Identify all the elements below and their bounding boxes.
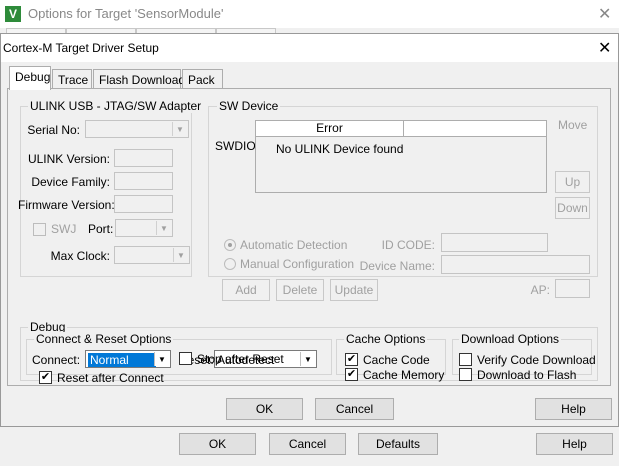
swj-checkbox[interactable]	[33, 223, 46, 236]
background-defaults-button[interactable]: Defaults	[358, 433, 438, 455]
tab-pack[interactable]: Pack	[182, 69, 223, 89]
firmware-version-label: Firmware Version:	[18, 198, 115, 212]
column-header-blank[interactable]	[404, 121, 546, 137]
move-label: Move	[558, 118, 588, 132]
device-name-field[interactable]	[441, 255, 590, 274]
stop-after-reset-checkbox[interactable]	[179, 352, 192, 365]
chevron-down-icon: ▼	[172, 122, 187, 136]
device-name-label: Device Name:	[359, 259, 435, 273]
firmware-version-field	[114, 195, 173, 213]
chevron-down-icon: ▼	[173, 248, 188, 262]
dialog-titlebar: Cortex-M Target Driver Setup ✕	[1, 34, 618, 62]
download-to-flash-label: Download to Flash	[477, 368, 577, 382]
port-select[interactable]: ▼	[115, 219, 173, 237]
background-ok-button[interactable]: OK	[179, 433, 256, 455]
serial-no-label: Serial No:	[27, 123, 80, 137]
cache-memory-label: Cache Memory	[363, 368, 445, 382]
uvision-logo-icon: V	[5, 6, 21, 22]
table-row[interactable]: No ULINK Device found	[276, 142, 403, 156]
update-button[interactable]: Update	[330, 279, 378, 301]
stop-after-reset-label: Stop after Reset	[197, 352, 284, 366]
tab-panel-debug: ULINK USB - JTAG/SW Adapter Serial No: ▼…	[7, 88, 611, 386]
reset-after-connect-label: Reset after Connect	[57, 371, 164, 385]
id-code-field[interactable]	[441, 233, 548, 252]
manual-configuration-radio[interactable]	[224, 258, 236, 270]
cache-code-checkbox[interactable]: ✔	[345, 353, 358, 366]
cancel-button[interactable]: Cancel	[315, 398, 394, 420]
chevron-down-icon: ▼	[156, 221, 171, 235]
tab-flash-download[interactable]: Flash Download	[93, 69, 185, 89]
ulink-version-label: ULINK Version:	[27, 152, 110, 166]
column-header-error[interactable]: Error	[256, 121, 404, 137]
cache-memory-checkbox[interactable]: ✔	[345, 368, 358, 381]
connect-select[interactable]: Normal ▼	[85, 350, 171, 368]
connect-value: Normal	[88, 353, 156, 367]
serial-no-select[interactable]: ▼	[85, 120, 189, 138]
swj-label: SWJ	[51, 222, 77, 236]
delete-button[interactable]: Delete	[276, 279, 324, 301]
move-up-button[interactable]: Up	[555, 171, 590, 193]
chevron-down-icon: ▼	[154, 352, 169, 366]
automatic-detection-radio[interactable]	[224, 239, 236, 251]
ap-field[interactable]	[555, 279, 590, 298]
ulink-version-field	[114, 149, 173, 167]
background-close-icon[interactable]: ✕	[598, 4, 611, 24]
verify-code-download-label: Verify Code Download	[477, 353, 596, 367]
close-icon[interactable]: ✕	[598, 38, 611, 58]
ap-label: AP:	[530, 283, 550, 297]
ok-button[interactable]: OK	[226, 398, 303, 420]
port-label: Port:	[88, 222, 114, 236]
background-help-button[interactable]: Help	[536, 433, 613, 455]
max-clock-select[interactable]: ▼	[114, 246, 190, 264]
automatic-detection-label: Automatic Detection	[240, 238, 348, 252]
max-clock-label: Max Clock:	[50, 249, 110, 263]
device-family-field	[114, 172, 173, 190]
tab-trace[interactable]: Trace	[52, 69, 92, 89]
background-cancel-button[interactable]: Cancel	[269, 433, 346, 455]
download-to-flash-checkbox[interactable]	[459, 368, 472, 381]
verify-code-download-checkbox[interactable]	[459, 353, 472, 366]
device-family-label: Device Family:	[31, 175, 110, 189]
sw-device-table[interactable]: Error No ULINK Device found	[255, 120, 547, 193]
download-options-title: Download Options	[459, 332, 562, 346]
sw-device-group-title: SW Device	[217, 99, 281, 113]
background-titlebar: V Options for Target 'SensorModule' ✕	[0, 0, 619, 28]
ulink-group-title: ULINK USB - JTAG/SW Adapter	[28, 99, 204, 113]
tab-debug[interactable]: Debug	[9, 66, 51, 90]
connect-label: Connect:	[32, 353, 81, 367]
move-down-button[interactable]: Down	[555, 197, 590, 219]
connect-reset-options-title: Connect & Reset Options	[34, 332, 174, 346]
cache-code-label: Cache Code	[363, 353, 430, 367]
dialog-title: Cortex-M Target Driver Setup	[3, 41, 159, 55]
background-window-title: Options for Target 'SensorModule'	[28, 6, 224, 21]
add-button[interactable]: Add	[222, 279, 270, 301]
target-driver-setup-dialog: Cortex-M Target Driver Setup ✕ Debug Tra…	[0, 33, 619, 427]
chevron-down-icon: ▼	[300, 352, 315, 366]
id-code-label: ID CODE:	[381, 238, 435, 252]
manual-configuration-label: Manual Configuration	[240, 257, 355, 271]
swdio-label: SWDIO	[215, 139, 256, 153]
reset-after-connect-checkbox[interactable]: ✔	[39, 371, 52, 384]
help-button[interactable]: Help	[535, 398, 612, 420]
cache-options-title: Cache Options	[344, 332, 428, 346]
